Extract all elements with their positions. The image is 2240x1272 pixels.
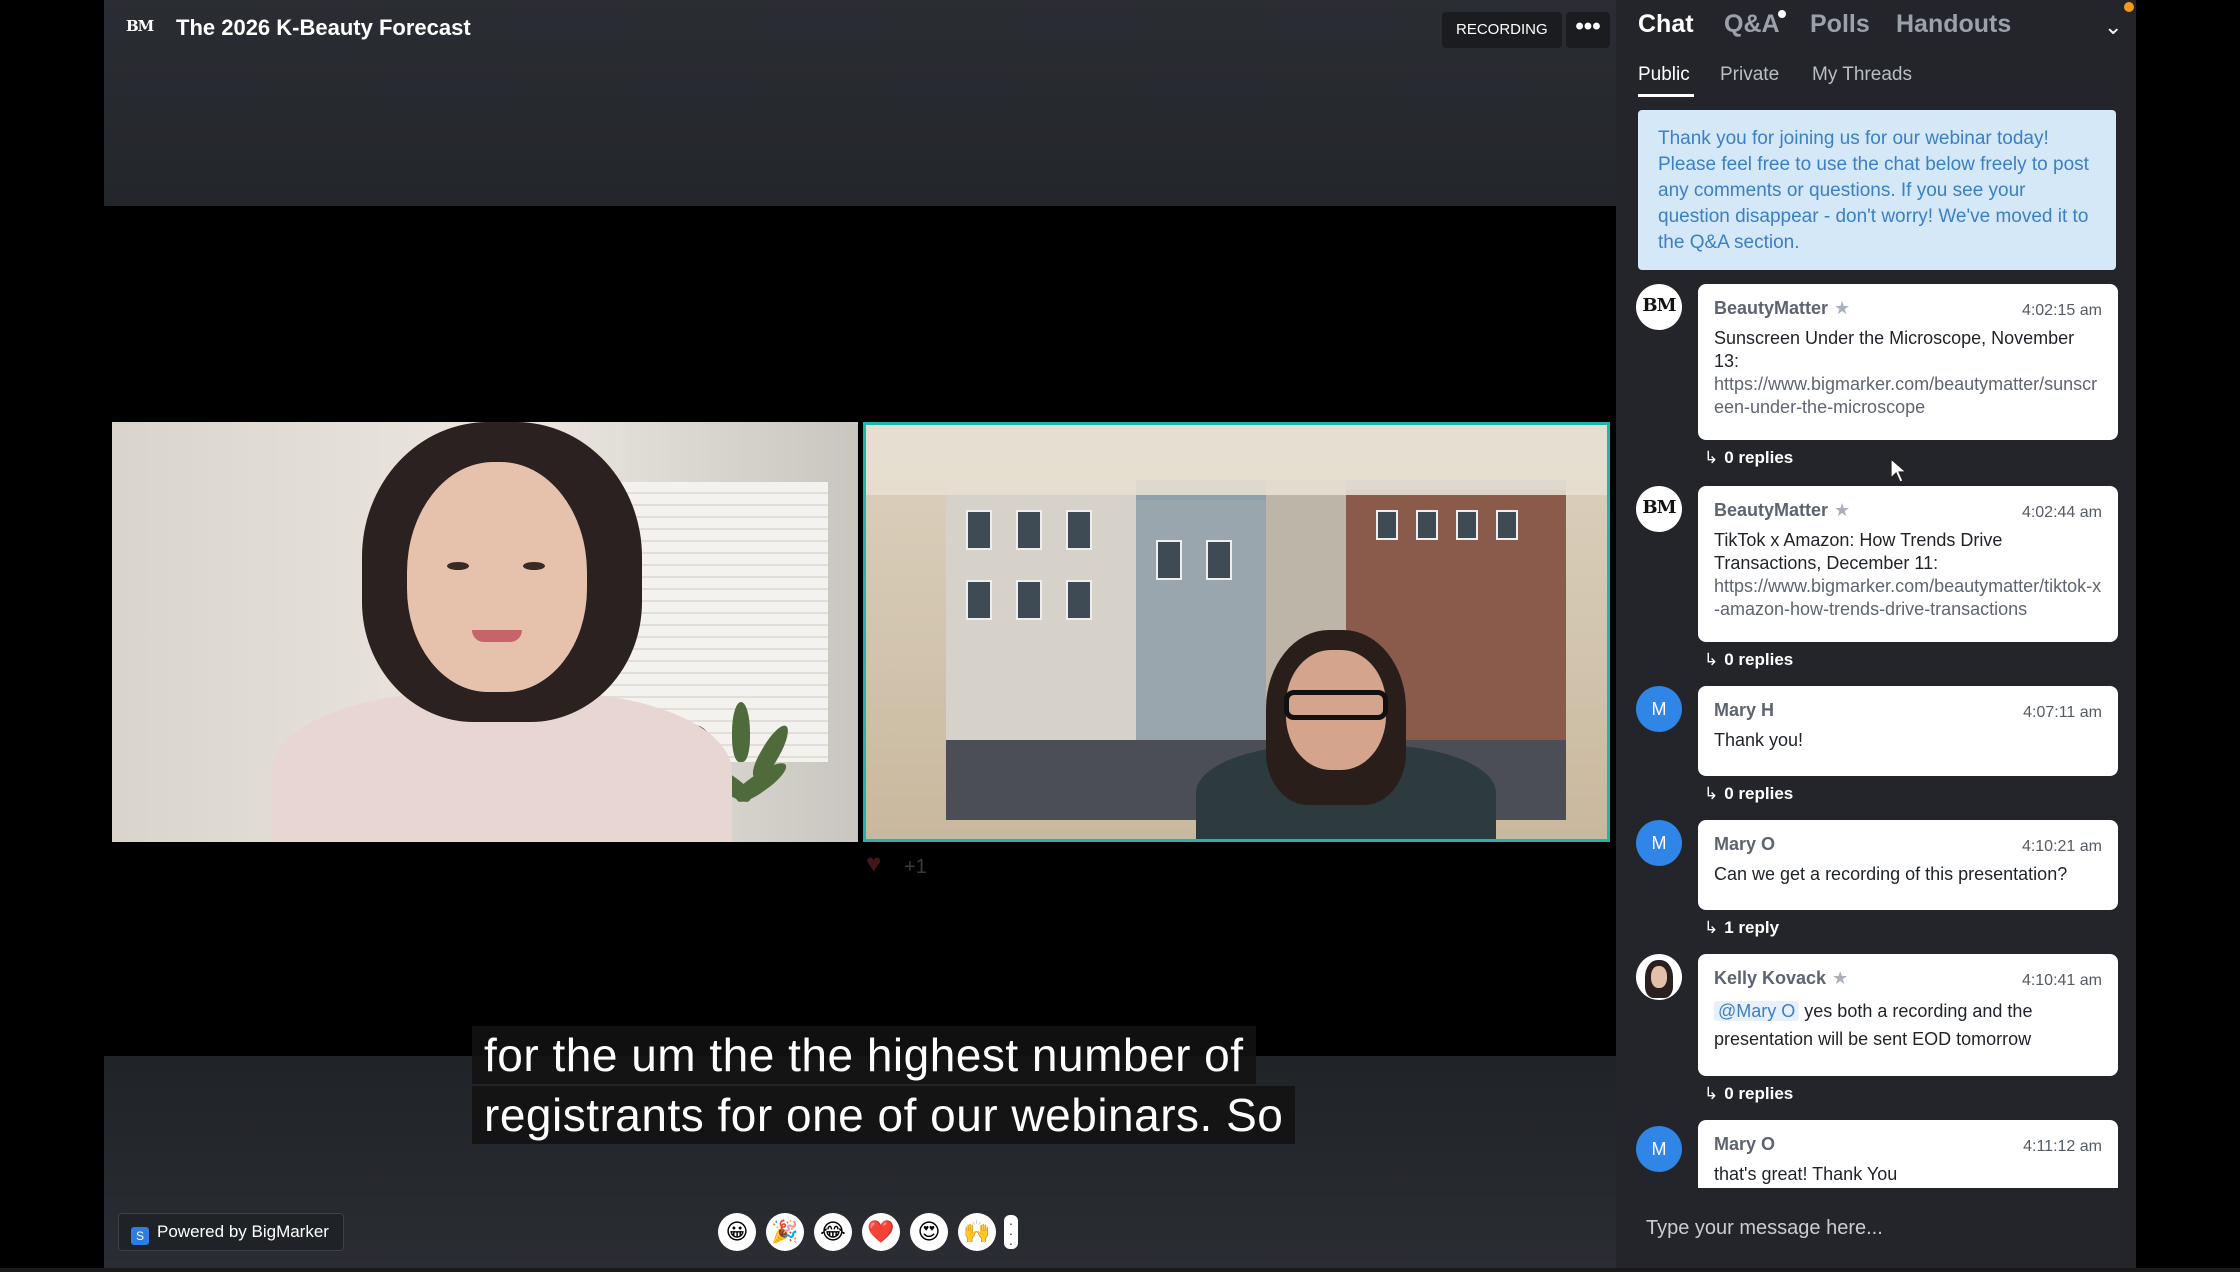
notification-dot: [2124, 2, 2134, 12]
message-text: TikTok x Amazon: How Trends Drive Transa…: [1714, 530, 2003, 573]
message-time: 4:02:44 am: [2021, 504, 2102, 521]
message-bubble: BeautyMatter ★ 4:02:15 am Sunscreen Under…: [1698, 284, 2118, 440]
emoji-grin-button[interactable]: 😀: [718, 1213, 756, 1251]
more-emoji-button[interactable]: · · ·: [1004, 1215, 1018, 1250]
chat-message: M Mary O 4:11:12 am that's great! Thank …: [1616, 1120, 2136, 1188]
powered-by-bigmarker-link[interactable]: S Powered by BigMarker: [118, 1213, 344, 1251]
message-bubble: Mary O 4:10:21 am Can we get a recording…: [1698, 820, 2118, 910]
subtab-my-threads[interactable]: My Threads: [1812, 64, 1912, 86]
reaction-count: +1: [904, 856, 927, 878]
replies-link[interactable]: ↳ 0 replies: [1704, 784, 1793, 804]
replies-link[interactable]: ↳ 1 reply: [1704, 918, 1779, 938]
message-text: Sunscreen Under the Microscope, November…: [1714, 328, 2075, 371]
replies-link[interactable]: ↳ 0 replies: [1704, 650, 1793, 670]
message-time: 4:11:12 am: [2023, 1138, 2102, 1155]
reply-arrow-icon: ↳: [1704, 448, 1719, 467]
emoji-laugh-button[interactable]: 😂: [814, 1213, 852, 1251]
emoji-party-button[interactable]: 🎉: [766, 1213, 804, 1251]
webinar-title: The 2026 K-Beauty Forecast: [176, 15, 471, 40]
chat-message-input[interactable]: [1646, 1208, 2116, 1248]
message-text: Thank you!: [1714, 730, 1804, 750]
chat-sidebar: Chat Q&A Polls Handouts ⌄ Public Private…: [1616, 0, 2136, 1268]
emoji-raised-hands-button[interactable]: 🙌: [958, 1213, 996, 1251]
tab-polls[interactable]: Polls: [1810, 10, 1870, 39]
tab-qa[interactable]: Q&A: [1724, 10, 1780, 39]
avatar: M: [1636, 1126, 1682, 1172]
star-icon: ★: [1832, 968, 1849, 988]
message-link[interactable]: https://www.bigmarker.com/beautymatter/t…: [1714, 575, 2102, 621]
reply-arrow-icon: ↳: [1704, 1084, 1719, 1103]
message-text: @Mary O yes both a recording and the pre…: [1714, 1001, 2033, 1049]
avatar: BM: [1636, 284, 1682, 330]
active-subtab-indicator: [1638, 94, 1694, 97]
tab-chat[interactable]: Chat: [1638, 10, 1694, 39]
message-bubble: Kelly Kovack ★ 4:10:41 am @Mary O yes bot…: [1698, 954, 2118, 1076]
emoji-heart-button[interactable]: ❤️: [862, 1213, 900, 1251]
qa-unread-dot: [1778, 10, 1786, 18]
right-margin: [2136, 0, 2240, 1272]
caption-line-2: registrants for one of our webinars. So: [472, 1086, 1296, 1144]
message-link[interactable]: https://www.bigmarker.com/beautymatter/s…: [1714, 373, 2102, 419]
presenter-2-glasses: [1284, 690, 1388, 720]
floating-heart-icon: ♥: [866, 848, 882, 878]
message-time: 4:10:41 am: [2021, 972, 2102, 989]
avatar: M: [1636, 686, 1682, 732]
message-text: Can we get a recording of this presentat…: [1714, 864, 2068, 884]
video-tile-presenter-1[interactable]: [112, 422, 858, 842]
tab-handouts[interactable]: Handouts: [1896, 10, 2011, 39]
welcome-banner: Thank you for joining us for our webinar…: [1638, 110, 2116, 270]
chat-input-area: [1616, 1188, 2136, 1268]
reply-arrow-icon: ↳: [1704, 918, 1719, 937]
message-time: 4:07:11 am: [2023, 704, 2102, 721]
reply-arrow-icon: ↳: [1704, 650, 1719, 669]
star-icon: ★: [1834, 500, 1851, 520]
message-bubble: BeautyMatter ★ 4:02:44 am TikTok x Amazon…: [1698, 486, 2118, 642]
message-bubble: Mary H 4:07:11 am Thank you!: [1698, 686, 2118, 776]
message-time: 4:10:21 am: [2021, 838, 2102, 855]
presenter-face: [407, 462, 587, 692]
more-options-button[interactable]: •••: [1566, 12, 1610, 48]
avatar-kelly-kovack: [1636, 954, 1682, 1000]
video-tile-presenter-2-active[interactable]: [863, 422, 1610, 842]
top-bar: BM The 2026 K-Beauty Forecast RECORDING …: [104, 0, 1616, 206]
bottom-edge: [0, 1268, 2240, 1272]
avatar: M: [1636, 820, 1682, 866]
emoji-heart-eyes-button[interactable]: 😍: [910, 1213, 948, 1251]
recording-badge: RECORDING: [1442, 12, 1562, 48]
message-bubble: Mary O 4:11:12 am that's great! Thank Yo…: [1698, 1120, 2118, 1188]
subtab-private[interactable]: Private: [1720, 64, 1779, 86]
star-icon: ★: [1834, 298, 1851, 318]
bigmarker-logo-icon: BM: [126, 17, 154, 35]
replies-link[interactable]: ↳ 0 replies: [1704, 448, 1793, 468]
mention-tag[interactable]: @Mary O: [1714, 1001, 1800, 1021]
subtab-public[interactable]: Public: [1638, 64, 1690, 86]
mouse-cursor-icon: [1890, 458, 1908, 483]
message-text: that's great! Thank You: [1714, 1164, 1898, 1184]
reply-arrow-icon: ↳: [1704, 784, 1719, 803]
chevron-down-icon[interactable]: ⌄: [2104, 14, 2122, 40]
replies-link[interactable]: ↳ 0 replies: [1704, 1084, 1793, 1104]
avatar: BM: [1636, 486, 1682, 532]
message-time: 4:02:15 am: [2021, 302, 2102, 319]
webinar-screen: BM The 2026 K-Beauty Forecast RECORDING …: [0, 0, 2240, 1272]
caption-line-1: for the um the the highest number of: [472, 1026, 1256, 1084]
bigmarker-icon: S: [131, 1227, 149, 1245]
powered-by-label: Powered by BigMarker: [157, 1222, 329, 1241]
